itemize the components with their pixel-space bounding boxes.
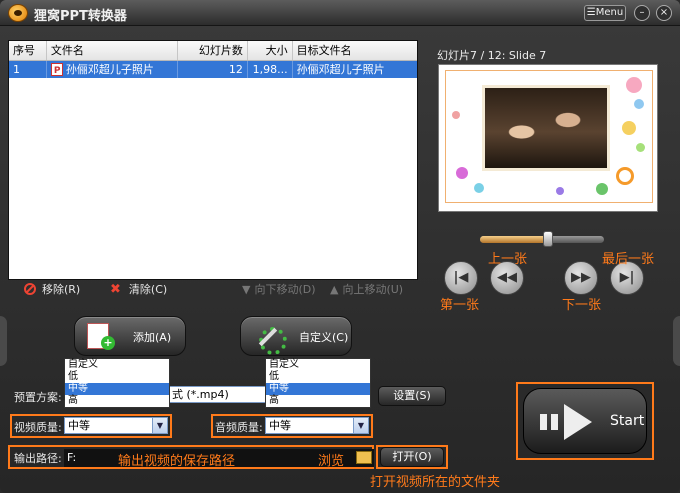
clear-button[interactable]: ✖ 清除(C): [110, 282, 167, 298]
clear-icon: ✖: [110, 282, 121, 297]
start-highlight: Start: [516, 382, 654, 460]
video-quality-dropdown[interactable]: 自定义 低 中等 高: [64, 358, 170, 408]
table-row[interactable]: 1 孙俪邓超儿子照片 12 1,98... 孙俪邓超儿子照片: [9, 61, 417, 78]
app-window: 狸窝PPT转换器 ☰Menu – × 序号 文件名 幻灯片数 大小 目标文件名 …: [0, 0, 680, 493]
audio-quality-select[interactable]: 中等 ▼: [265, 417, 369, 434]
row-index: 1: [9, 61, 47, 78]
seek-fill: [480, 236, 549, 243]
dropdown-option-selected[interactable]: 中等: [65, 383, 169, 395]
column-size[interactable]: 大小: [248, 41, 293, 60]
browse-annotation: 浏览: [318, 454, 345, 469]
app-logo-icon: [8, 4, 28, 22]
prev-annotation: 上一张: [488, 252, 528, 267]
slide-photo: [482, 85, 610, 171]
file-list[interactable]: 序号 文件名 幻灯片数 大小 目标文件名 1 孙俪邓超儿子照片 12 1,98.…: [8, 40, 418, 280]
browse-folder-icon[interactable]: [356, 451, 372, 464]
preview-title: 幻灯片7 / 12: Slide 7: [437, 49, 547, 62]
move-down-button[interactable]: ▼ 向下移动(D): [242, 282, 316, 298]
seek-handle[interactable]: [543, 231, 554, 247]
dropdown-option-selected[interactable]: 中等: [266, 383, 370, 395]
settings-button[interactable]: 设置(S): [378, 386, 446, 406]
chevron-down-icon[interactable]: ▼: [353, 418, 368, 433]
column-index[interactable]: 序号: [9, 41, 47, 60]
dropdown-option[interactable]: 低: [65, 371, 169, 383]
dropdown-option[interactable]: 低: [266, 371, 370, 383]
open-folder-annotation: 打开视频所在的文件夹: [370, 475, 501, 490]
next-annotation: 下一张: [562, 298, 602, 313]
slide-preview: [438, 64, 658, 212]
row-target: 孙俪邓超儿子照片: [296, 63, 385, 76]
column-target[interactable]: 目标文件名: [293, 41, 417, 60]
arrow-down-icon: ▼: [242, 283, 251, 296]
column-filename[interactable]: 文件名: [47, 41, 179, 60]
custom-button[interactable]: 自定义(C): [240, 316, 352, 356]
left-edge-handle: [0, 316, 7, 366]
remove-icon: [24, 283, 36, 295]
open-folder-button[interactable]: 打开(O): [380, 447, 444, 467]
right-edge-handle: [673, 316, 680, 366]
seek-slider[interactable]: [480, 231, 604, 247]
start-button[interactable]: Start: [523, 388, 647, 454]
first-annotation: 第一张: [440, 298, 480, 313]
add-ppt-icon: [87, 323, 115, 350]
add-button[interactable]: 添加(A): [74, 316, 186, 356]
audio-quality-label: 音频质量:: [215, 421, 263, 434]
gear-tools-icon: [255, 323, 287, 355]
close-button[interactable]: ×: [656, 5, 672, 21]
dropdown-option[interactable]: 自定义: [65, 359, 169, 371]
last-annotation: 最后一张: [602, 252, 655, 267]
custom-label: 自定义(C): [299, 331, 349, 344]
app-title: 狸窝PPT转换器: [34, 9, 127, 24]
row-slides: 12: [178, 61, 248, 78]
dropdown-option[interactable]: 高: [266, 395, 370, 407]
next-slide-button[interactable]: ▶▶: [564, 261, 598, 295]
list-toolbar: 移除(R) ✖ 清除(C) ▼ 向下移动(D) ▲ 向上移动(U): [8, 280, 418, 300]
column-slides[interactable]: 幻灯片数: [178, 41, 248, 60]
output-path-label: 输出路径:: [14, 452, 62, 465]
arrow-up-icon: ▲: [330, 283, 339, 296]
move-up-button[interactable]: ▲ 向上移动(U): [330, 282, 403, 298]
chevron-down-icon[interactable]: ▼: [152, 418, 167, 433]
audio-quality-dropdown[interactable]: 自定义 低 中等 高: [265, 358, 371, 408]
row-size: 1,98...: [248, 61, 293, 78]
video-quality-label: 视频质量:: [14, 421, 62, 434]
output-path-annotation: 输出视频的保存路径: [118, 454, 236, 469]
menu-button[interactable]: ☰Menu: [584, 5, 626, 21]
slide-frame: [445, 70, 653, 203]
minimize-button[interactable]: –: [634, 5, 650, 21]
start-label: Start: [610, 413, 645, 429]
title-bar[interactable]: 狸窝PPT转换器 ☰Menu – ×: [0, 0, 680, 26]
add-label: 添加(A): [133, 331, 172, 344]
dropdown-option[interactable]: 自定义: [266, 359, 370, 371]
video-quality-select[interactable]: 中等 ▼: [64, 417, 168, 434]
ppt-file-icon: [50, 63, 63, 78]
dropdown-option[interactable]: 高: [65, 395, 169, 407]
first-slide-button[interactable]: |◀: [444, 261, 478, 295]
row-filename: 孙俪邓超儿子照片: [47, 61, 179, 78]
arrow-right-icon: [540, 402, 596, 442]
remove-button[interactable]: 移除(R): [24, 282, 80, 298]
file-list-header: 序号 文件名 幻灯片数 大小 目标文件名: [9, 41, 417, 61]
preset-label: 预置方案:: [14, 391, 62, 404]
